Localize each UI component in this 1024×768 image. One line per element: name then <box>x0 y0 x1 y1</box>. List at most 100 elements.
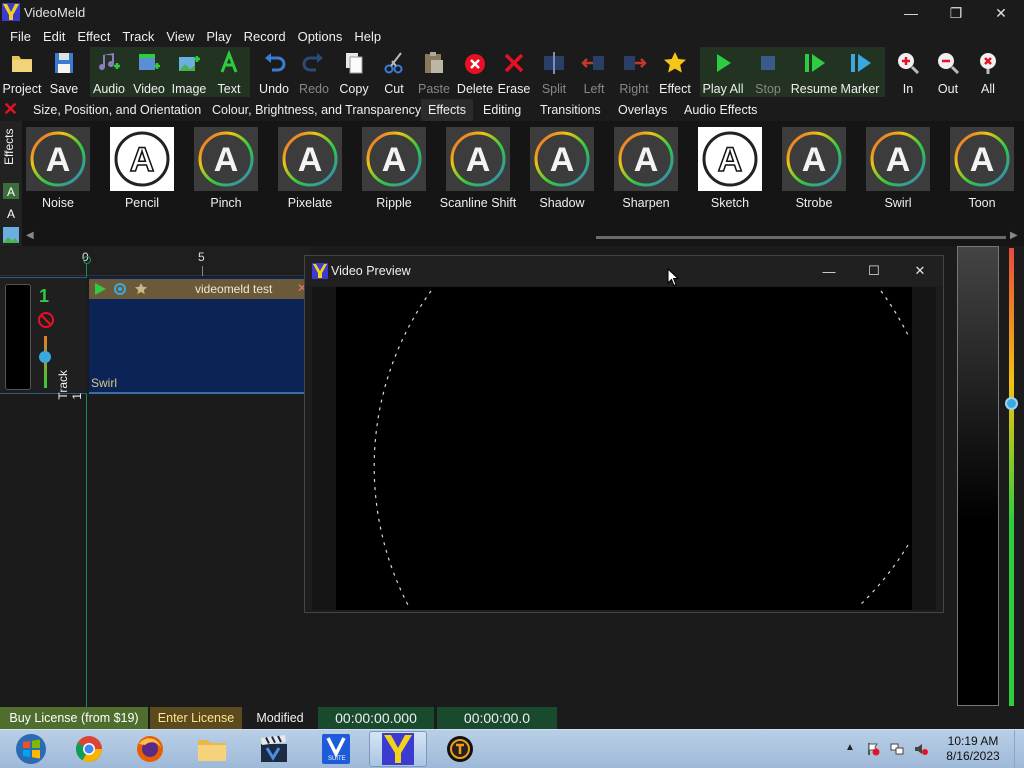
menu-view[interactable]: View <box>160 27 200 47</box>
add-text-button[interactable]: Text <box>213 47 245 97</box>
zoom-all-icon <box>980 53 996 74</box>
clip-swirl-icon[interactable] <box>113 282 127 296</box>
effect-item-strobe[interactable]: A Strobe <box>776 127 852 217</box>
text-effects-icon[interactable]: A <box>3 205 19 221</box>
tab-size-position[interactable]: Size, Position, and Orientation <box>26 99 208 121</box>
undo-button[interactable]: Undo <box>256 47 292 97</box>
project-button[interactable]: Project <box>2 47 42 97</box>
menu-help[interactable]: Help <box>348 27 387 47</box>
effect-item-sharpen[interactable]: A Sharpen <box>608 127 684 217</box>
effect-item-ripple[interactable]: A Ripple <box>356 127 432 217</box>
tab-effects[interactable]: Effects <box>421 99 473 121</box>
effect-button[interactable]: Effect <box>656 47 694 97</box>
save-button[interactable]: Save <box>46 47 82 97</box>
track-1-lane[interactable]: videomeld test ✕ Swirl <box>89 277 307 394</box>
clip-header[interactable]: videomeld test ✕ <box>89 279 307 299</box>
redo-icon <box>302 53 323 72</box>
taskbar-videomeld[interactable] <box>369 731 427 767</box>
scroll-right-icon[interactable]: ▶ <box>1010 230 1018 241</box>
tray-expand-icon[interactable]: ▲ <box>845 742 855 753</box>
effect-item-pencil[interactable]: A Pencil <box>104 127 180 217</box>
tab-editing[interactable]: Editing <box>476 99 528 121</box>
preview-maximize-button[interactable]: ☐ <box>859 262 889 280</box>
menu-play[interactable]: Play <box>200 27 237 47</box>
taskbar-video-app[interactable] <box>245 731 303 767</box>
tab-audio-effects[interactable]: Audio Effects <box>677 99 764 121</box>
track-disable-icon[interactable] <box>37 311 55 329</box>
taskbar-vsuite[interactable]: SUITE <box>307 731 365 767</box>
show-desktop-button[interactable] <box>1014 730 1024 768</box>
system-clock[interactable]: 10:19 AM 8/16/2023 <box>940 734 1006 764</box>
trim-right-button[interactable]: Right <box>614 47 654 97</box>
menu-edit[interactable]: Edit <box>37 27 71 47</box>
preview-minimize-button[interactable]: — <box>814 262 844 280</box>
effect-item-pinch[interactable]: A Pinch <box>188 127 264 217</box>
start-button[interactable] <box>2 731 60 767</box>
minimize-button[interactable]: — <box>888 0 934 26</box>
add-audio-button[interactable]: Audio <box>90 47 128 97</box>
zoom-in-button[interactable]: In <box>893 47 923 97</box>
playhead-handle[interactable] <box>83 256 91 264</box>
erase-button[interactable]: Erase <box>496 47 532 97</box>
zoom-out-button[interactable]: Out <box>932 47 964 97</box>
paste-button[interactable]: Paste <box>416 47 452 97</box>
menu-effect[interactable]: Effect <box>71 27 116 47</box>
effect-item-sketch[interactable]: A Sketch <box>692 127 768 217</box>
effect-item-pixelate[interactable]: A Pixelate <box>272 127 348 217</box>
effect-item-swirl[interactable]: A Swirl <box>860 127 936 217</box>
stop-button[interactable]: Stop <box>750 47 786 97</box>
timeline-zoom-slider[interactable] <box>1009 248 1014 706</box>
action-center-icon[interactable] <box>866 742 880 756</box>
effect-item-scanline-shift[interactable]: A Scanline Shift <box>440 127 516 217</box>
play-all-button[interactable]: Play All <box>702 47 744 97</box>
effect-item-shadow[interactable]: A Shadow <box>524 127 600 217</box>
menu-track[interactable]: Track <box>116 27 160 47</box>
add-video-button[interactable]: Video <box>130 47 168 97</box>
star-icon <box>664 52 686 73</box>
tab-overlays[interactable]: Overlays <box>611 99 674 121</box>
timeline-ruler[interactable]: 0 5 <box>0 246 310 276</box>
video-effects-icon[interactable]: A <box>3 183 19 199</box>
taskbar-chrome[interactable] <box>60 731 118 767</box>
enter-license-button[interactable]: Enter License <box>150 707 242 729</box>
volume-muted-icon[interactable] <box>914 742 928 756</box>
preview-canvas[interactable] <box>312 287 936 610</box>
timeline-zoom-knob[interactable] <box>1005 397 1018 410</box>
trim-left-button[interactable]: Left <box>576 47 612 97</box>
taskbar-file-explorer[interactable] <box>183 731 241 767</box>
clip-play-icon[interactable] <box>93 282 107 296</box>
tab-colour-brightness[interactable]: Colour, Brightness, and Transparency <box>205 99 428 121</box>
close-button[interactable]: ✕ <box>978 0 1024 26</box>
scroll-left-icon[interactable]: ◀ <box>26 230 34 241</box>
track-volume-knob[interactable] <box>39 351 51 363</box>
menu-options[interactable]: Options <box>292 27 349 47</box>
tab-transitions[interactable]: Transitions <box>533 99 608 121</box>
preview-title-bar[interactable]: Video Preview — ☐ ✕ <box>305 256 943 286</box>
menu-file[interactable]: File <box>4 27 37 47</box>
maximize-button[interactable]: ❐ <box>933 0 979 26</box>
cut-button[interactable]: Cut <box>376 47 412 97</box>
add-image-button[interactable]: Image <box>169 47 209 97</box>
resume-button[interactable]: Resume <box>791 47 837 97</box>
network-icon[interactable] <box>890 742 904 756</box>
taskbar-timer-app[interactable] <box>431 731 489 767</box>
copy-button[interactable]: Copy <box>336 47 372 97</box>
effects-scroll-thumb[interactable] <box>596 236 1006 239</box>
preview-close-button[interactable]: ✕ <box>905 262 935 280</box>
image-effects-icon[interactable] <box>3 227 19 243</box>
audio-add-icon <box>99 53 120 71</box>
zoom-all-button[interactable]: All <box>973 47 1003 97</box>
marker-button[interactable]: Marker <box>839 47 881 97</box>
taskbar-firefox[interactable] <box>121 731 179 767</box>
split-button[interactable]: Split <box>536 47 572 97</box>
windows-orb-icon <box>16 734 46 764</box>
effect-item-toon[interactable]: A Toon <box>944 127 1020 217</box>
delete-button[interactable]: Delete <box>456 47 494 97</box>
effect-item-noise[interactable]: A Noise <box>20 127 96 217</box>
effects-scrollbar[interactable]: ◀ ▶ <box>26 230 1020 243</box>
close-panel-icon[interactable]: ✕ <box>3 100 19 118</box>
menu-record[interactable]: Record <box>238 27 292 47</box>
buy-license-button[interactable]: Buy License (from $19) <box>0 707 148 729</box>
clip-effect-star-icon[interactable] <box>134 282 148 296</box>
redo-button[interactable]: Redo <box>296 47 332 97</box>
